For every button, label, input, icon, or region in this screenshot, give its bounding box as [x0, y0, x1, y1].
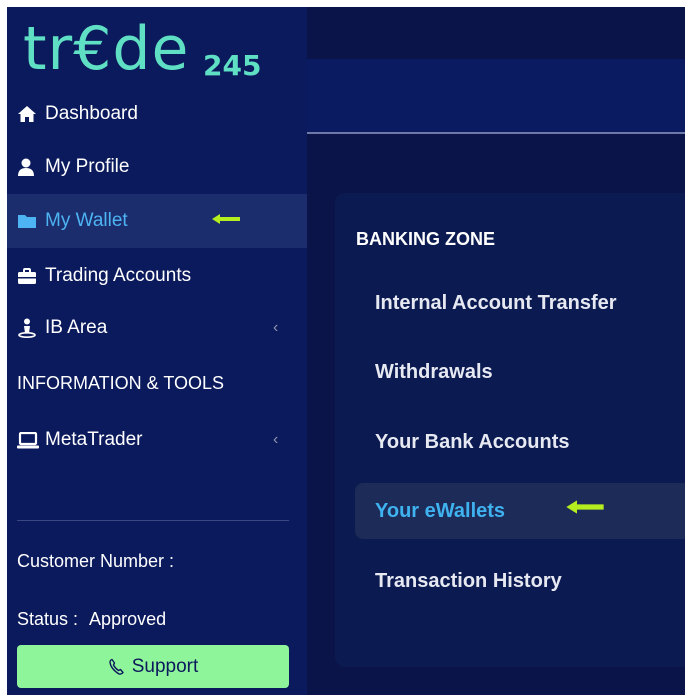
annotation-arrow-icon: [566, 500, 604, 514]
laptop-icon: [17, 429, 45, 451]
user-icon: [17, 156, 45, 178]
status-row: Status : Approved: [17, 609, 166, 630]
sidebar-item-label: Trading Accounts: [45, 265, 192, 286]
sidebar-item-label: IB Area: [45, 317, 108, 338]
briefcase-icon: [17, 265, 45, 287]
sidebar-item-my-wallet[interactable]: My Wallet: [7, 194, 307, 248]
phone-icon: [108, 658, 126, 676]
menu-item-label: Withdrawals: [375, 360, 493, 383]
status-label: Status :: [17, 609, 79, 629]
chevron-left-icon: ‹: [273, 319, 279, 336]
menu-item-label: Internal Account Transfer: [375, 291, 617, 314]
chevron-left-icon: ‹: [273, 431, 279, 448]
sidebar-item-label: My Profile: [45, 156, 130, 177]
logo-word: tr€de: [23, 14, 190, 84]
home-icon: [17, 103, 45, 125]
top-bar: [307, 59, 685, 134]
sidebar-item-my-profile[interactable]: My Profile: [7, 140, 307, 194]
sidebar-item-trading-accounts[interactable]: Trading Accounts: [7, 249, 307, 303]
brand-logo[interactable]: tr€de 245: [23, 11, 283, 91]
sidebar-item-ib-area[interactable]: IB Area ‹: [7, 301, 307, 355]
menu-item-label: Your eWallets: [375, 499, 506, 522]
annotation-arrow-icon: [212, 214, 240, 224]
sidebar-item-label: MetaTrader: [45, 429, 143, 450]
banking-zone-title: BANKING ZONE: [356, 229, 495, 249]
support-label: Support: [131, 655, 199, 677]
sidebar-item-label: My Wallet: [45, 210, 128, 231]
menu-item-internal-account-transfer[interactable]: Internal Account Transfer: [355, 275, 685, 331]
status-value: Approved: [89, 609, 167, 629]
menu-item-transaction-history[interactable]: Transaction History: [355, 553, 685, 609]
sidebar: tr€de 245 Dashboard My Profile My Wallet: [7, 7, 307, 695]
logo-number: 245: [203, 49, 262, 82]
sidebar-item-label: Dashboard: [45, 103, 138, 124]
support-button[interactable]: Support: [17, 645, 289, 688]
menu-item-withdrawals[interactable]: Withdrawals: [355, 344, 685, 400]
menu-item-label: Transaction History: [375, 569, 562, 592]
menu-item-label: Your Bank Accounts: [375, 430, 570, 453]
sidebar-divider: [17, 520, 289, 521]
ib-person-icon: [17, 317, 45, 339]
sidebar-item-metatrader[interactable]: MetaTrader ‹: [7, 413, 307, 467]
section-title-information-tools: INFORMATION & TOOLS: [17, 373, 225, 393]
banking-zone-menu: BANKING ZONE Internal Account Transfer W…: [335, 193, 685, 667]
menu-item-your-ewallets[interactable]: Your eWallets: [355, 483, 685, 539]
menu-item-your-bank-accounts[interactable]: Your Bank Accounts: [355, 414, 685, 470]
folder-icon: [17, 210, 45, 232]
app-frame: tr€de 245 Dashboard My Profile My Wallet: [7, 7, 685, 695]
customer-number-label: Customer Number :: [17, 551, 175, 571]
sidebar-item-dashboard[interactable]: Dashboard: [7, 87, 307, 141]
